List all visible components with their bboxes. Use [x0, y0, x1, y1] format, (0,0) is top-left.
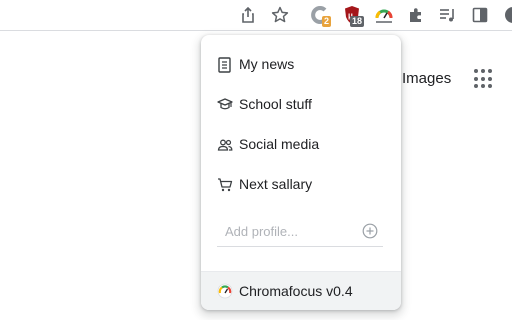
- profile-item-social-media[interactable]: Social media: [201, 125, 401, 165]
- chromafocus-popup: My news School stuff Social media Next s…: [201, 35, 401, 310]
- profile-item-my-news[interactable]: My news: [201, 45, 401, 85]
- profile-avatar-icon[interactable]: [498, 3, 512, 27]
- add-profile-input[interactable]: [225, 222, 355, 240]
- bookmark-star-icon[interactable]: [268, 3, 292, 27]
- puzzle-extensions-icon[interactable]: [404, 3, 428, 27]
- ublock-badge-count: 18: [350, 16, 365, 27]
- graduation-cap-icon: [217, 97, 233, 113]
- chromafocus-logo-icon: [217, 283, 233, 299]
- profile-item-label: School stuff: [239, 96, 312, 112]
- profile-item-label: Next sallary: [239, 176, 313, 192]
- profile-item-next-sallary[interactable]: Next sallary: [201, 165, 401, 205]
- shopping-cart-icon: [217, 177, 233, 193]
- newspaper-icon: [217, 57, 233, 73]
- profile-item-label: Social media: [239, 136, 320, 152]
- toolbar-divider: [0, 30, 512, 31]
- profile-item-label: My news: [239, 56, 295, 72]
- ublock-icon[interactable]: μ 18: [340, 3, 365, 27]
- plus-circle-icon[interactable]: [361, 222, 379, 240]
- images-link[interactable]: Images: [402, 70, 451, 87]
- profile-item-school-stuff[interactable]: School stuff: [201, 85, 401, 125]
- share-icon[interactable]: [236, 3, 260, 27]
- add-profile-field: [217, 216, 383, 247]
- browser-toolbar: 2 μ 18: [0, 0, 512, 30]
- people-icon: [217, 137, 233, 153]
- apps-grid-icon[interactable]: [474, 69, 494, 89]
- extension-badge-count: 2: [322, 16, 332, 27]
- footer-version-label: Chromafocus v0.4: [239, 283, 353, 299]
- extension-c-icon[interactable]: 2: [308, 3, 332, 27]
- media-control-icon[interactable]: [436, 3, 460, 27]
- chromafocus-icon[interactable]: [372, 3, 396, 27]
- side-panel-icon[interactable]: [468, 3, 492, 27]
- popup-footer: Chromafocus v0.4: [201, 271, 401, 310]
